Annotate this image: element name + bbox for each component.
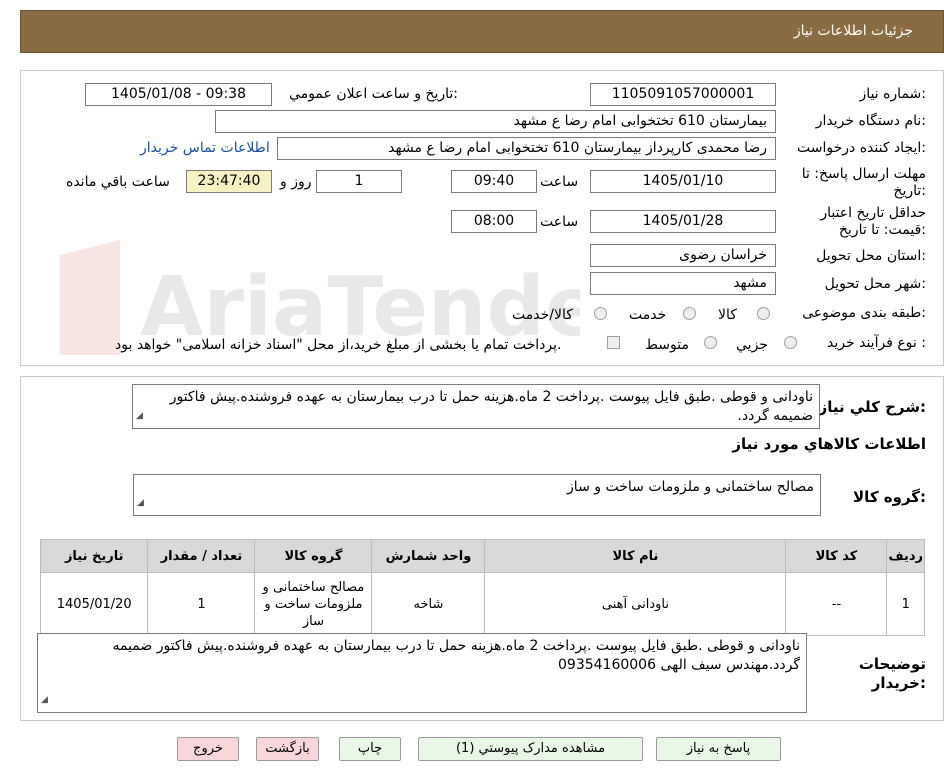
days-field: 1 [316, 170, 402, 193]
cell-code: -- [785, 572, 888, 636]
announce-field: 1405/01/08 - 09:38 [85, 83, 272, 106]
exit-button[interactable]: خروج [177, 737, 239, 761]
province-label: استان محل تحویل: [816, 248, 926, 264]
cell-row-number: 1 [886, 572, 925, 636]
creator-label: ایجاد کننده درخواست: [797, 140, 926, 156]
remaining-time-field: 23:47:40 [186, 170, 272, 193]
days-label: روز و [280, 174, 312, 190]
col-header-quantity: تعداد / مقدار [147, 539, 256, 573]
resize-grip-icon[interactable]: ◢ [137, 494, 144, 513]
buyer-notes-textarea[interactable]: ناودانی و قوطی .طبق فایل پیوست .پرداخت 2… [37, 633, 807, 713]
creator-field: رضا محمدی کارپرداز بیمارستان 610 تختخواب… [277, 137, 776, 160]
back-button[interactable]: بازگشت [256, 737, 319, 761]
col-header-name: نام کالا [484, 539, 787, 573]
process-radio-medium[interactable] [704, 336, 717, 349]
category-label: طبقه بندی موضوعی: [802, 305, 926, 321]
deadline-date-field: 1405/01/10 [590, 170, 776, 193]
col-header-code: کد کالا [785, 539, 888, 573]
print-button[interactable]: چاپ [339, 737, 401, 761]
treasury-checkbox[interactable] [607, 336, 620, 349]
resize-grip-icon[interactable]: ◢ [136, 407, 143, 426]
need-number-label: شماره نیاز: [859, 86, 926, 102]
category-radio-goods[interactable] [757, 307, 770, 320]
deadline-time-label: ساعت [540, 174, 579, 190]
validity-time-label: ساعت [540, 214, 579, 230]
process-label: نوع فرآیند خرید : [827, 335, 926, 351]
goods-group-textarea[interactable]: مصالح ساختمانی و ملزومات ساخت و ساز ◢ [133, 474, 821, 516]
page-header: جزئیات اطلاعات نیاز [20, 10, 944, 53]
attachments-button[interactable]: مشاهده مدارک پیوستي (1) [418, 737, 643, 761]
deadline-time-field: 09:40 [451, 170, 537, 193]
buyer-org-field: بیمارستان 610 تختخوابی امام رضا ع مشهد [215, 110, 776, 133]
province-field: خراسان رضوی [590, 244, 776, 267]
announce-label: تاریخ و ساعت اعلان عمومي: [289, 86, 458, 102]
process-radio-small[interactable] [784, 336, 797, 349]
category-option-service: خدمت [629, 307, 667, 323]
goods-group-value: مصالح ساختمانی و ملزومات ساخت و ساز [567, 479, 814, 495]
reply-button[interactable]: پاسخ به نیاز [656, 737, 781, 761]
cell-quantity: 1 [147, 572, 256, 636]
need-number-field: 1105091057000001 [590, 83, 776, 106]
payment-note: پرداخت تمام یا بخشی از مبلغ خرید،از محل … [115, 337, 562, 353]
category-radio-service[interactable] [683, 307, 696, 320]
cell-unit: شاخه [371, 572, 486, 636]
category-option-goods: کالا [718, 307, 737, 323]
deadline-label: مهلت ارسال پاسخ: تا تاریخ: [801, 166, 926, 199]
process-option-medium: متوسط [645, 337, 689, 353]
category-option-goods-service: کالا/خدمت [512, 307, 573, 323]
col-header-row-number: رديف [886, 539, 925, 573]
cell-need-date: 1405/01/20 [39, 572, 149, 636]
process-option-small: جزيي [736, 337, 768, 353]
page-title: جزئیات اطلاعات نیاز [793, 23, 913, 39]
buyer-contact-link[interactable]: اطلاعات تماس خریدار [140, 140, 270, 156]
resize-grip-icon[interactable]: ◢ [41, 691, 48, 710]
col-header-need-date: تاريخ نياز [39, 539, 149, 573]
table-row: 1 -- ناودانی آهنی شاخه مصالح ساختمانی و … [39, 572, 925, 636]
description-text: ناودانی و قوطی .طبق فایل پیوست .پرداخت 2… [169, 389, 813, 424]
col-header-group: گروه کالا [254, 539, 373, 573]
buyer-notes-label: توضیحات خریدار: [858, 655, 926, 692]
city-label: شهر محل تحویل: [824, 276, 926, 292]
category-radio-goods-service[interactable] [594, 307, 607, 320]
validity-label: حداقل تاریخ اعتبار قیمت: تا تاریخ: [820, 205, 926, 238]
col-header-unit: واحد شمارش [371, 539, 486, 573]
goods-section-title: اطلاعات کالاهاي مورد نياز [732, 435, 926, 453]
goods-group-label: گروه کالا: [853, 488, 926, 506]
cell-group: مصالح ساختمانی و ملزومات ساخت و ساز [254, 572, 373, 636]
remaining-label: ساعت باقي مانده [66, 174, 170, 190]
description-label: شرح کلي نياز: [818, 398, 926, 416]
validity-time-field: 08:00 [451, 210, 537, 233]
buyer-notes-text: ناودانی و قوطی .طبق فایل پیوست .پرداخت 2… [112, 638, 800, 673]
buyer-org-label: نام دستگاه خریدار: [815, 113, 926, 129]
goods-table: رديف کد کالا نام کالا واحد شمارش گروه کا… [39, 539, 925, 636]
cell-name: ناودانی آهنی [484, 572, 787, 636]
city-field: مشهد [590, 272, 776, 295]
table-header-row: رديف کد کالا نام کالا واحد شمارش گروه کا… [39, 539, 925, 573]
description-textarea[interactable]: ناودانی و قوطی .طبق فایل پیوست .پرداخت 2… [132, 384, 820, 429]
validity-date-field: 1405/01/28 [590, 210, 776, 233]
